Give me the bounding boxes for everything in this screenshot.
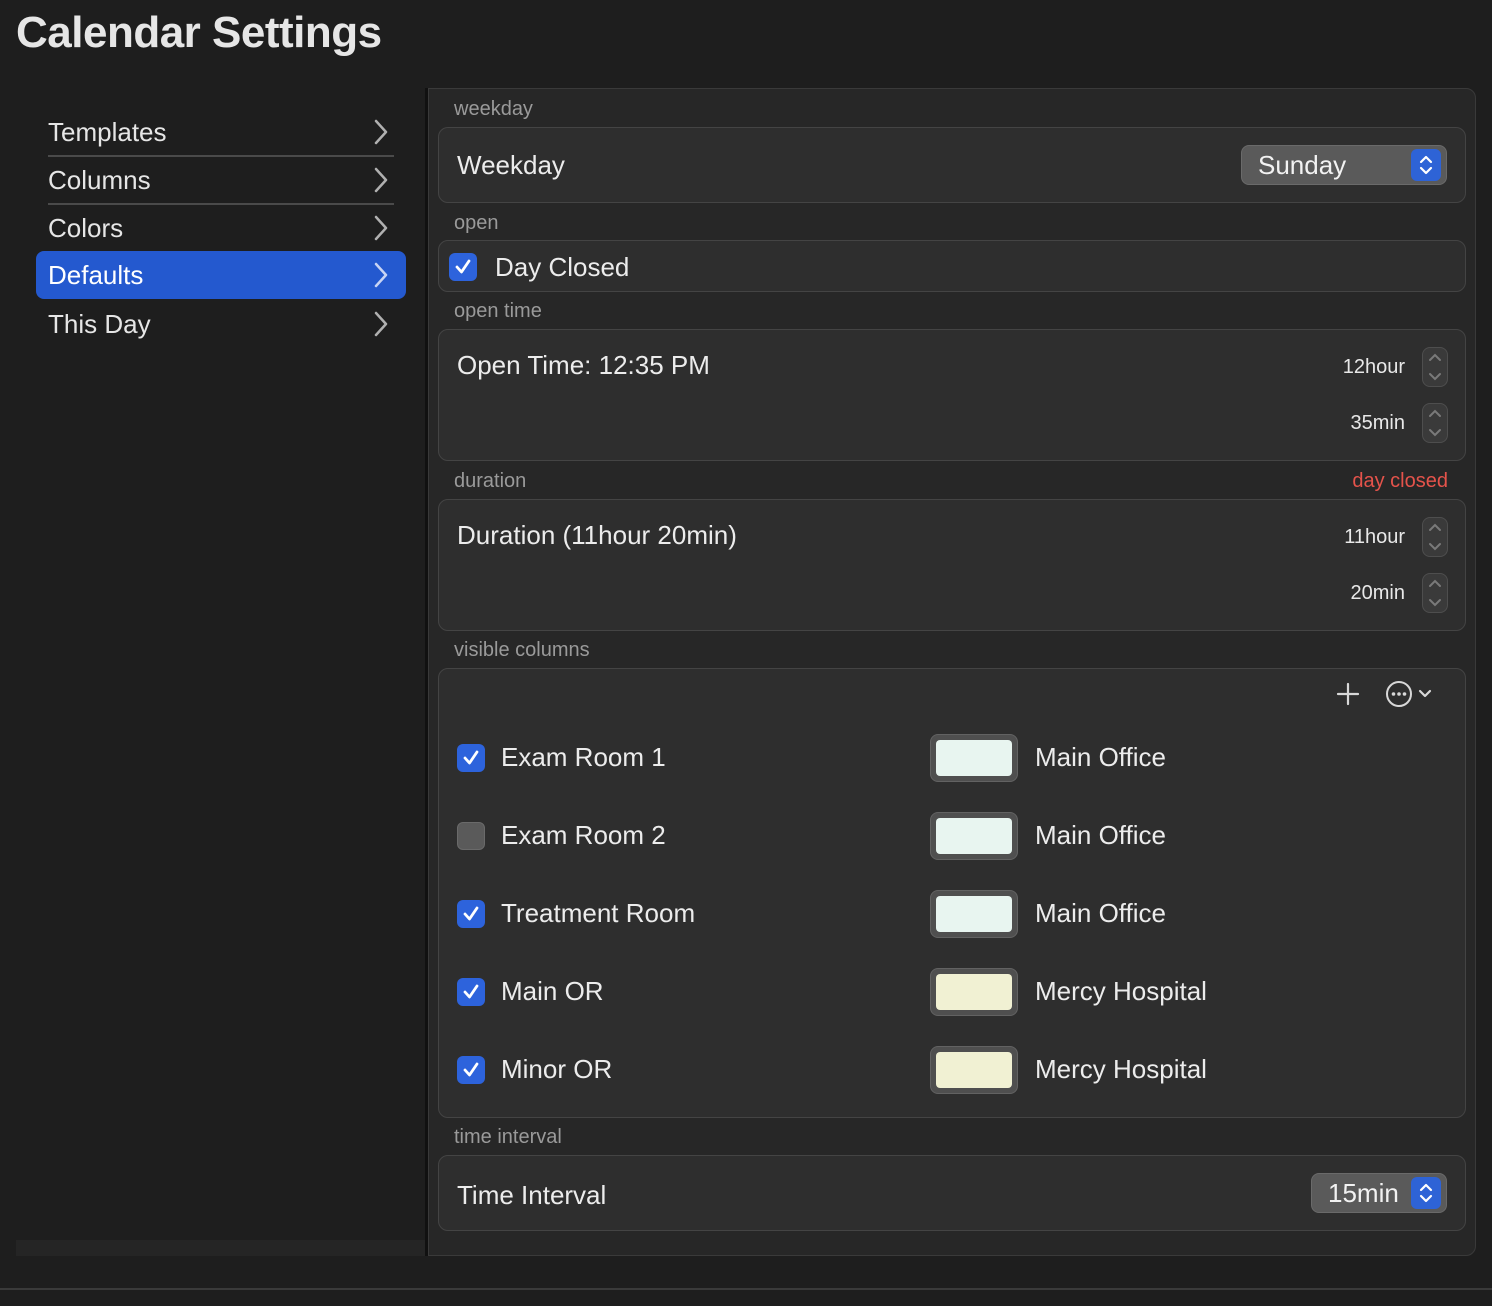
up-down-arrows-icon (1411, 1177, 1441, 1209)
sidebar-item-this-day[interactable]: This Day (36, 300, 406, 348)
plus-icon[interactable] (1333, 679, 1363, 709)
chevron-up-icon[interactable] (1423, 519, 1447, 537)
chevron-down-icon[interactable] (1423, 424, 1447, 442)
duration-minute-label: 20min (1350, 582, 1405, 604)
chevron-down-icon[interactable] (1423, 594, 1447, 612)
window-bottom-divider (0, 1288, 1492, 1290)
checkmark-icon (463, 984, 479, 999)
chevron-up-icon[interactable] (1423, 575, 1447, 593)
open-box: Day Closed (438, 240, 1466, 292)
checkmark-icon (463, 906, 479, 921)
up-down-arrows-icon (1411, 149, 1441, 181)
column-name: Treatment Room (501, 898, 696, 928)
sidebar-item-colors[interactable]: Colors (36, 204, 406, 252)
ellipsis-circle-icon[interactable] (1381, 677, 1443, 711)
visible-columns-box: Exam Room 1 Main Office Exam Room 2 Main… (438, 668, 1466, 1118)
color-swatch[interactable] (930, 1046, 1018, 1094)
time-interval-box: Time Interval 15min (438, 1155, 1466, 1231)
duration-title: Duration (11hour 20min) (457, 520, 737, 550)
column-location: Mercy Hospital (1035, 976, 1207, 1006)
chevron-right-icon (364, 258, 398, 292)
column-checkbox-minor-or[interactable] (457, 1056, 485, 1084)
chevron-up-icon[interactable] (1423, 349, 1447, 367)
section-label-duration: duration (454, 470, 527, 492)
color-swatch[interactable] (930, 968, 1018, 1016)
checkmark-icon (463, 1062, 479, 1077)
checkmark-icon (455, 259, 471, 274)
time-interval-popup[interactable]: 15min (1311, 1173, 1447, 1213)
weekday-value: Sunday (1258, 149, 1347, 180)
chevron-right-icon (364, 211, 398, 245)
sidebar-item-templates[interactable]: Templates (36, 108, 406, 157)
time-interval-title: Time Interval (457, 1180, 607, 1210)
column-name: Main OR (501, 976, 604, 1006)
open-time-title: Open Time: 12:35 PM (457, 350, 710, 380)
open-hour-label: 12hour (1342, 356, 1405, 378)
page-title: Calendar Settings (16, 8, 382, 57)
column-checkbox-treatment-room[interactable] (457, 900, 485, 928)
color-swatch[interactable] (930, 890, 1018, 938)
column-location: Main Office (1035, 898, 1167, 928)
duration-box: Duration (11hour 20min) 11hour 20min (438, 499, 1466, 631)
sidebar-footer (16, 1240, 426, 1256)
chevron-right-icon (364, 115, 398, 149)
weekday-title: Weekday (457, 150, 565, 180)
day-closed-warning: day closed (1352, 470, 1448, 492)
duration-hour-label: 11hour (1344, 526, 1405, 548)
open-hour-stepper[interactable] (1422, 347, 1448, 387)
chevron-down-icon[interactable] (1423, 368, 1447, 386)
column-location: Main Office (1035, 742, 1167, 772)
section-label-weekday: weekday (454, 98, 533, 120)
column-name: Exam Room 1 (501, 742, 666, 772)
chevron-right-icon (364, 307, 398, 341)
checkmark-icon (463, 750, 479, 765)
section-label-open: open (454, 212, 499, 234)
chevron-right-icon (364, 163, 398, 197)
sidebar-item-label: This Day (48, 308, 151, 339)
column-location: Mercy Hospital (1035, 1054, 1207, 1084)
chevron-down-icon[interactable] (1423, 538, 1447, 556)
color-swatch[interactable] (930, 812, 1018, 860)
sidebar-item-label: Colors (48, 212, 124, 243)
day-closed-label: Day Closed (495, 252, 630, 282)
open-time-box: Open Time: 12:35 PM 12hour 35min (438, 329, 1466, 461)
sidebar-item-label: Templates (48, 116, 167, 147)
sidebar-item-label: Columns (48, 164, 151, 195)
weekday-popup[interactable]: Sunday (1241, 145, 1447, 185)
color-swatch[interactable] (930, 734, 1018, 782)
section-label-open-time: open time (454, 300, 542, 322)
day-closed-checkbox[interactable] (449, 253, 477, 281)
sidebar-item-columns[interactable]: Columns (36, 156, 406, 205)
duration-minute-stepper[interactable] (1422, 573, 1448, 613)
sidebar-item-label: Defaults (48, 259, 144, 290)
weekday-box: Weekday Sunday (438, 127, 1466, 203)
time-interval-value: 15min (1328, 1177, 1399, 1208)
column-checkbox-exam-room-2[interactable] (457, 822, 485, 850)
column-checkbox-main-or[interactable] (457, 978, 485, 1006)
duration-hour-stepper[interactable] (1422, 517, 1448, 557)
open-minute-label: 35min (1350, 412, 1405, 434)
section-label-time-interval: time interval (454, 1126, 562, 1148)
column-location: Main Office (1035, 820, 1167, 850)
open-minute-stepper[interactable] (1422, 403, 1448, 443)
column-checkbox-exam-room-1[interactable] (457, 744, 485, 772)
column-name: Exam Room 2 (501, 820, 666, 850)
chevron-up-icon[interactable] (1423, 405, 1447, 423)
sidebar-item-defaults[interactable]: Defaults (36, 251, 406, 299)
column-name: Minor OR (501, 1054, 613, 1084)
section-label-visible-columns: visible columns (454, 639, 590, 661)
